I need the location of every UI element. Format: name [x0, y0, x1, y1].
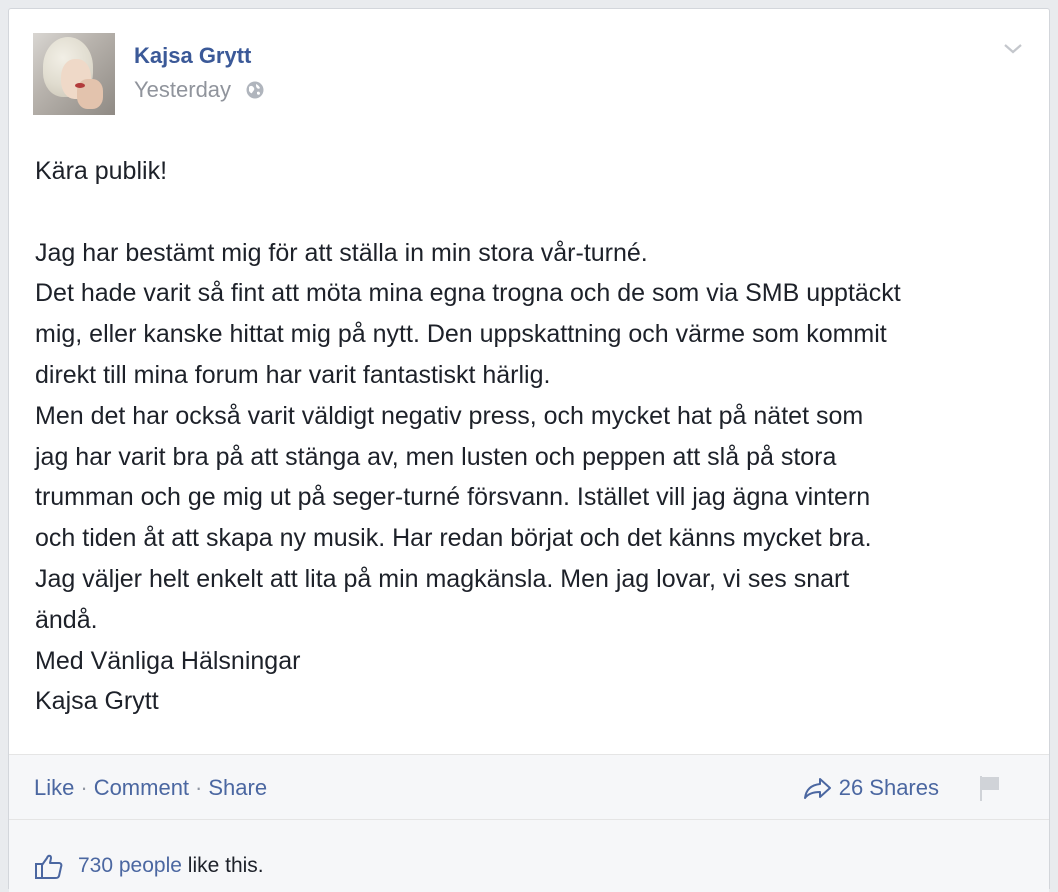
likes-row: 730 people like this.	[9, 819, 1049, 892]
like-link[interactable]: Like	[34, 775, 74, 800]
post-greeting: Kära publik!	[35, 157, 168, 185]
author-name[interactable]: Kajsa Grytt	[134, 43, 251, 69]
shares-count-link[interactable]: 26 Shares	[803, 775, 939, 801]
post-actions-bar: Like · Comment · Share 26 Shares	[9, 754, 1049, 819]
post-line: trumman och ge mig ut på seger-turné för…	[35, 483, 871, 512]
post-line: Jag väljer helt enkelt att lita på min m…	[35, 564, 850, 593]
avatar[interactable]	[33, 33, 115, 115]
separator: ·	[80, 775, 88, 800]
post-line: Det hade varit så fint att möta mina egn…	[35, 279, 901, 308]
post-line: Kajsa Grytt	[35, 687, 159, 716]
share-link[interactable]: Share	[208, 775, 267, 800]
flag-icon[interactable]	[975, 773, 1005, 803]
thumbs-up-icon	[35, 854, 63, 879]
post-line: direkt till mina forum har varit fantast…	[35, 360, 551, 389]
post-line: Jag har bestämt mig för att ställa in mi…	[35, 238, 648, 267]
post-card: Kajsa Grytt Yesterday Kära publik! Jag h…	[8, 8, 1050, 892]
post-meta: Yesterday	[134, 77, 265, 103]
post-line: Men det har också varit väldigt negativ …	[35, 401, 864, 430]
shares-count: 26 Shares	[838, 775, 939, 800]
post-body: Kära publik! Jag har bestämt mig för att…	[35, 151, 1029, 722]
post-timestamp[interactable]: Yesterday	[134, 77, 231, 103]
comment-link[interactable]: Comment	[94, 775, 189, 800]
globe-icon	[246, 81, 264, 99]
post-line: och tiden åt att skapa ny musik. Har red…	[35, 524, 872, 553]
post-line: mig, eller kanske hittat mig på nytt. De…	[35, 320, 887, 349]
likes-suffix: like this.	[181, 854, 264, 877]
post-line: jag har varit bra på att stänga av, men …	[35, 442, 837, 471]
chevron-down-icon[interactable]	[1001, 37, 1025, 61]
separator: ·	[195, 775, 203, 800]
post-line: ändå.	[35, 605, 98, 634]
likes-summary: 730 people like this.	[34, 852, 264, 880]
share-arrow-icon	[803, 778, 831, 799]
likes-people-link[interactable]: 730 people	[78, 854, 182, 878]
post-actions: Like · Comment · Share	[34, 775, 267, 801]
post-header: Kajsa Grytt Yesterday	[33, 33, 1025, 115]
post-line: Med Vänliga Hälsningar	[35, 646, 301, 675]
